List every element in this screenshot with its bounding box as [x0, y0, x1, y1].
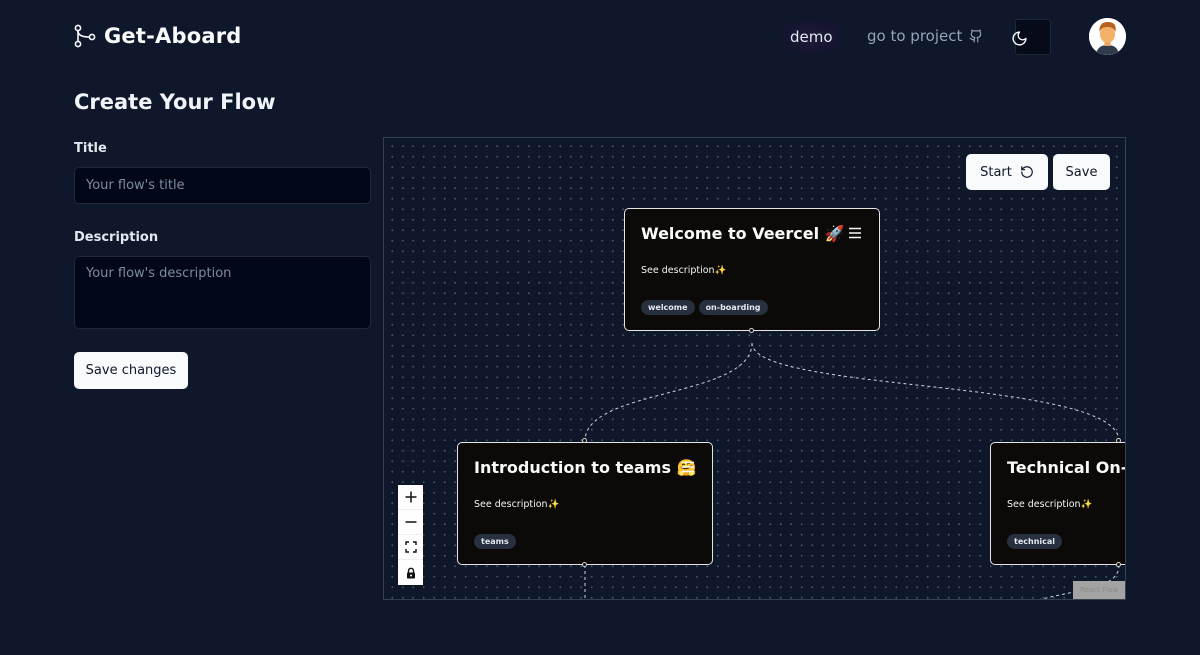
user-avatar[interactable]: [1089, 18, 1126, 55]
nav-go-to-project-label: go to project: [867, 27, 963, 45]
node-title: Introduction to teams 🤗: [474, 458, 697, 477]
node-description[interactable]: See description✨: [474, 499, 559, 510]
node-description[interactable]: See description✨: [641, 265, 726, 276]
edge-welcome-to-technical: [751, 342, 1120, 442]
node-source-handle[interactable]: [582, 562, 587, 567]
node-title: Technical On-Boarding: [1007, 458, 1125, 477]
github-icon: [969, 29, 982, 43]
title-label: Title: [74, 141, 107, 156]
brand-logo[interactable]: Get-Aboard: [74, 24, 242, 48]
page-title: Create Your Flow: [74, 90, 276, 114]
brand-name: Get-Aboard: [104, 24, 242, 48]
node-tags: teams: [474, 534, 516, 549]
node-source-handle[interactable]: [749, 328, 754, 333]
node-tags: technical: [1007, 534, 1063, 549]
nav-go-to-project-link[interactable]: go to project: [867, 27, 983, 45]
node-source-handle[interactable]: [1116, 562, 1121, 567]
moon-icon: [1011, 30, 1027, 46]
node-title: Welcome to Veercel 🚀: [641, 224, 845, 243]
rotate-ccw-icon: [1021, 166, 1033, 178]
tag-badge: on-boarding: [698, 300, 768, 315]
fit-view-icon: [404, 541, 417, 553]
flow-node-teams[interactable]: Introduction to teams 🤗 See description✨…: [457, 442, 713, 565]
hamburger-menu-icon[interactable]: [848, 227, 862, 239]
flow-canvas[interactable]: Start Save Welcome to Veercel 🚀 See desc…: [383, 137, 1126, 600]
tag-badge: welcome: [641, 300, 695, 315]
zoom-in-button[interactable]: [398, 485, 423, 510]
canvas-save-button[interactable]: Save: [1053, 154, 1110, 190]
hamburger-menu-icon[interactable]: [681, 461, 695, 473]
react-flow-attribution[interactable]: React Flow: [1073, 581, 1125, 599]
zoom-out-button[interactable]: [398, 510, 423, 535]
node-tags: welcome on-boarding: [641, 300, 768, 315]
git-branch-icon: [74, 24, 96, 48]
flow-node-technical[interactable]: Technical On-Boarding See description✨ t…: [990, 442, 1125, 565]
save-changes-button[interactable]: Save changes: [74, 352, 188, 389]
start-label: Start: [980, 164, 1012, 180]
node-target-handle[interactable]: [1116, 438, 1121, 443]
node-description[interactable]: See description✨: [1007, 499, 1092, 510]
start-button[interactable]: Start: [966, 154, 1048, 190]
flow-node-welcome[interactable]: Welcome to Veercel 🚀 See description✨ we…: [624, 208, 880, 331]
fit-view-button[interactable]: [398, 535, 423, 560]
minus-icon: [405, 521, 416, 523]
nav-demo-link[interactable]: demo: [780, 20, 843, 54]
description-input[interactable]: [74, 256, 371, 329]
tag-badge: teams: [474, 534, 516, 549]
lock-icon: [406, 567, 415, 578]
lock-button[interactable]: [398, 560, 423, 585]
title-input[interactable]: [74, 167, 371, 204]
theme-toggle-button[interactable]: [1006, 28, 1032, 48]
flow-controls: [398, 485, 423, 585]
edge-welcome-to-teams: [584, 342, 753, 442]
plus-icon: [405, 491, 416, 503]
description-label: Description: [74, 230, 159, 245]
node-target-handle[interactable]: [582, 438, 587, 443]
tag-badge: technical: [1007, 534, 1063, 549]
